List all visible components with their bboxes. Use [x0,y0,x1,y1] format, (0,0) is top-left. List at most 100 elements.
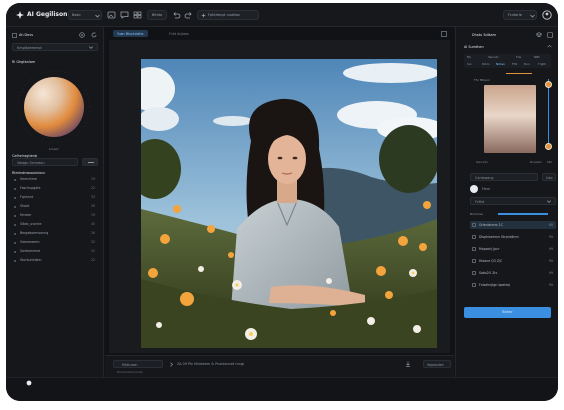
layer-row[interactable]: Sobs2O Zrc 99 [470,269,556,277]
layer-row[interactable]: Grlenlanmo 1C 88 [470,221,556,229]
top-toolbar: AI Gegilison Basic Bfmto Fphtrtecpt nuat… [6,3,558,27]
list-item[interactable]: Hmeen 19 [12,212,98,219]
right-panel-header: Dhatu Sdlkam [472,33,496,37]
color-gradient-picker[interactable] [484,85,536,153]
checkbox-icon[interactable] [472,235,476,239]
color-orb[interactable] [16,69,92,145]
settings-icon[interactable] [79,32,85,38]
generated-image[interactable] [141,59,437,348]
prompt-pill[interactable]: Fphtrtecpt nuattav [197,10,259,20]
search-input-value: Caniawauy [475,175,494,180]
bottom-dropdown[interactable]: Mstrusen [113,360,163,368]
project-select[interactable]: Kmgitwemmot [12,43,98,51]
chevron-right-icon [170,361,174,367]
app-logo-icon [16,11,24,19]
undo-icon[interactable] [172,11,181,19]
style-select[interactable]: Fzflnt [470,197,556,205]
color-select[interactable]: Vaiagu Scmreou [12,158,78,166]
checkbox-icon[interactable] [472,247,476,251]
list-item-value: 40 [90,222,95,226]
refresh-icon[interactable] [91,32,97,38]
menu-button-label: Bfmto [152,13,163,18]
zoom-select-label: Vopeoden [427,362,444,367]
hue-handle-bottom[interactable] [545,143,552,150]
color-orb-graphic [17,70,91,144]
profile-avatar[interactable] [470,185,478,193]
checkbox-icon[interactable] [472,259,476,263]
zoom-select[interactable]: Vopeoden [423,360,451,368]
search-input[interactable]: Caniawauy [470,173,538,181]
bullet-icon [14,187,16,190]
mode-select[interactable]: Basic [68,10,102,20]
bullet-icon [14,250,16,253]
list-item-label: Shaat [20,204,30,208]
layer-label: Grlenlanmo 1C [479,223,503,227]
hue-handle-top[interactable] [545,81,552,88]
right-select[interactable]: Fcntorle [503,10,537,20]
checkbox-icon[interactable] [472,283,476,287]
list-item[interactable]: Swrbnenmre 32 [12,248,98,255]
ai-section-title: Al Sumthen [464,45,484,49]
list-item[interactable]: Geesmaerm 32 [12,239,98,246]
color-options-button[interactable] [82,158,98,166]
expand-icon[interactable] [441,31,447,37]
layer-label: Sobs2O Zrc [479,271,498,275]
layer-label: Hlaone Q3 Z/C [479,259,503,263]
download-icon[interactable] [405,361,411,367]
list-item-label: Bmgeboemoonng [20,231,49,235]
mode-slider-group[interactable]: Mn Slpnetn Fde NBS Cai Dlbm Ndnsn Fthl B… [464,54,551,68]
apply-button[interactable]: Bnhnr [464,307,551,318]
slider-sub-5: Bun [524,62,530,66]
image-icon[interactable] [107,11,116,19]
checkbox-icon[interactable] [472,223,476,227]
list-item[interactable]: Smechime 19 [12,176,98,183]
layers-header-row: Bnhlnow [470,211,556,217]
chevron-down-icon [95,14,100,18]
profile-icon[interactable] [542,10,552,20]
layers-icon[interactable] [536,32,542,38]
checkbox-icon[interactable] [472,271,476,275]
slider-sub-2: Dlbm [482,62,490,66]
canvas-area [109,40,450,353]
caption-left: Soncirtn [476,160,488,164]
app-title: AI Gegilison [27,11,68,18]
menu-button[interactable]: Bfmto [147,10,167,20]
caption-mid: Dvnoam [530,160,542,164]
logo-icon [26,380,32,386]
share-icon[interactable] [547,32,553,38]
layers-progress [498,213,548,215]
search-button[interactable]: Uao [542,173,556,181]
bullet-icon [14,232,16,235]
layer-row[interactable]: Mapochj Jpcr 99 [470,245,556,253]
list-item[interactable]: Slbdc_uvnnte 40 [12,221,98,228]
project-select-value: Kmgitwemmot [17,45,42,50]
mode-select-label: Basic [72,13,81,18]
layer-row[interactable]: Fxlsehnjtgn bpetra) 99 [470,281,556,289]
grid-icon[interactable] [133,11,142,19]
collapse-icon[interactable] [547,44,552,49]
layer-value: 99 [548,271,553,275]
tab-main[interactable]: Yuan Mlscindehe [113,30,148,37]
accent-slider-track[interactable] [506,73,532,75]
slider-sub-4: Fthl [512,62,518,66]
slider-sub-3: Ndnsn [496,62,505,66]
tab-secondary[interactable]: Fnht Acjtaen [165,30,193,37]
bottom-caption: 2A 09 Pln Mvldwem & Pnoidonnet rnngl [177,362,245,366]
layer-value: 99 [548,247,553,251]
list-item[interactable]: Bmgeboemoonng 26 [12,230,98,237]
list-item[interactable]: Shaat 26 [12,203,98,210]
list-item[interactable]: Fosrtrupgate 22 [12,185,98,192]
bottom-status: Rooinovbronunta [117,370,143,374]
canvas-bottom-bar: Mstrusen 2A 09 Pln Mvldwem & Pnoidonnet … [105,355,454,377]
bullet-icon [14,178,16,181]
layer-row[interactable]: Hlaone Q3 Z/C 99 [470,257,556,265]
redo-icon[interactable] [184,11,193,19]
hue-slider[interactable] [548,79,550,149]
list-item[interactable]: Sturbunhlahn 22 [12,257,98,264]
slider-label-3: Fde [516,55,522,59]
list-item-value: 32 [90,249,95,253]
chat-icon[interactable] [120,11,129,19]
bullet-icon [14,205,16,208]
layer-row[interactable]: Dlsphioemnn Strpnidinm 99 [470,233,556,241]
list-item[interactable]: Fqnhnnt 33 [12,194,98,201]
